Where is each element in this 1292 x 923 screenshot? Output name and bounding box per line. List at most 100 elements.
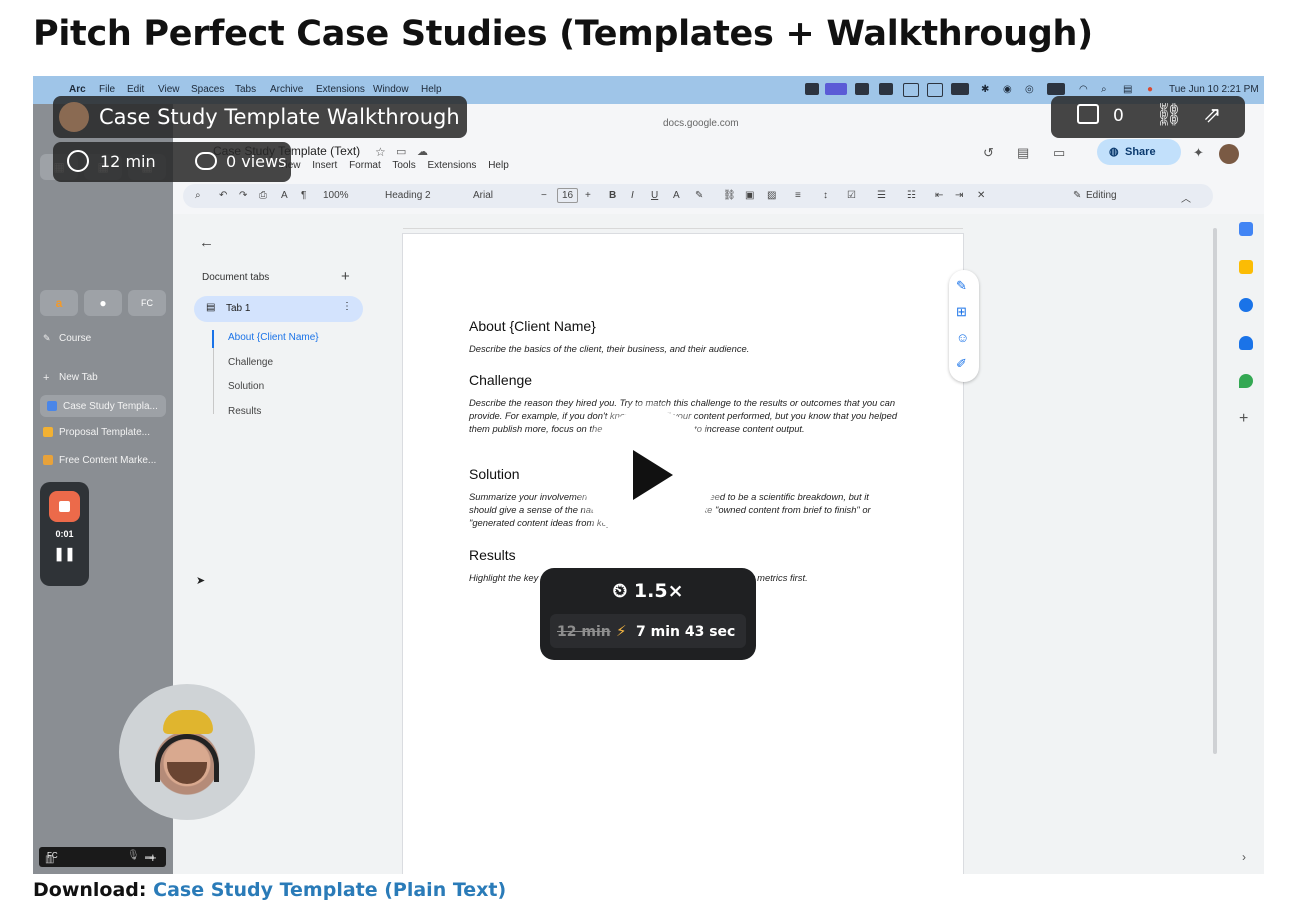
- menu-edit: Edit: [127, 84, 145, 95]
- keep-icon[interactable]: [1239, 260, 1253, 274]
- undo-icon[interactable]: ↶: [219, 190, 227, 201]
- chevron-up-icon[interactable]: ︿: [1181, 190, 1191, 205]
- print-icon[interactable]: ⎙: [259, 190, 267, 201]
- bold-icon[interactable]: B: [609, 190, 616, 201]
- play-button[interactable]: [583, 410, 715, 542]
- add-comment-icon[interactable]: ▣: [745, 190, 754, 201]
- font-size-increase[interactable]: +: [585, 190, 591, 201]
- redo-icon[interactable]: ↷: [239, 190, 247, 201]
- suggest-edit-icon[interactable]: ✐: [956, 356, 967, 372]
- scrollbar[interactable]: [1213, 228, 1217, 754]
- outline-item[interactable]: Challenge: [228, 357, 273, 368]
- line-spacing-icon[interactable]: ↕: [823, 190, 828, 201]
- url-bar[interactable]: docs.google.com: [663, 118, 739, 129]
- link-icon[interactable]: ⛓: [723, 190, 736, 201]
- menu-tools[interactable]: Tools: [392, 160, 415, 171]
- link-icon[interactable]: ⛓: [1155, 102, 1183, 128]
- checklist-icon[interactable]: ☑: [847, 190, 856, 201]
- page-title: Pitch Perfect Case Studies (Templates + …: [33, 14, 1093, 54]
- recording-time: 0:01: [55, 529, 74, 539]
- pencil-icon: ✎: [1073, 190, 1082, 201]
- sidebar-item-proposal[interactable]: Proposal Template...: [43, 427, 150, 438]
- font-size-input[interactable]: 16: [557, 188, 579, 203]
- pause-icon[interactable]: ❚❚: [40, 546, 89, 562]
- back-arrow-icon[interactable]: ←: [199, 234, 214, 251]
- video-actions-overlay: 0 ⛓ ⇗: [1051, 96, 1245, 138]
- style-select[interactable]: Heading 2: [385, 190, 431, 201]
- sidebar-item-course[interactable]: ✎ Course: [43, 333, 91, 344]
- bullet-list-icon[interactable]: ☰: [877, 190, 886, 201]
- tray-icon: [879, 83, 893, 95]
- page-icon: [43, 455, 53, 466]
- doc-paragraph: Describe the basics of the client, their…: [469, 343, 750, 354]
- indent-decrease-icon[interactable]: ⇤: [935, 190, 943, 201]
- history-icon[interactable]: ↺: [983, 145, 997, 160]
- chevron-right-icon[interactable]: ›: [1242, 850, 1246, 864]
- hat: [163, 710, 213, 734]
- download-link[interactable]: Case Study Template (Plain Text): [153, 879, 506, 901]
- favorite-tab[interactable]: ●: [84, 290, 122, 316]
- underline-icon[interactable]: U: [651, 190, 658, 201]
- menu-extensions[interactable]: Extensions: [428, 160, 477, 171]
- sidebar-item-case-study[interactable]: Case Study Templa...: [40, 395, 166, 417]
- indent-increase-icon[interactable]: ⇥: [955, 190, 963, 201]
- contacts-icon[interactable]: [1239, 336, 1253, 350]
- comment-icon[interactable]: [1077, 104, 1099, 124]
- add-comment-icon[interactable]: ⊞: [956, 304, 967, 320]
- playback-speed-badge[interactable]: ⏲ 1.5× 12 min ⚡ 7 min 43 sec: [540, 568, 756, 660]
- plus-icon[interactable]: +: [149, 850, 157, 865]
- zoom-select[interactable]: 100%: [323, 190, 349, 201]
- share-button[interactable]: ◍ Share: [1097, 139, 1181, 165]
- numbered-list-icon[interactable]: ☷: [907, 190, 916, 201]
- search-icon[interactable]: ⌕: [195, 190, 201, 201]
- add-tab-button[interactable]: +: [341, 268, 350, 285]
- highlight-icon[interactable]: ✎: [695, 190, 703, 201]
- tab-1[interactable]: ▤ Tab 1 ⋮: [194, 296, 363, 322]
- doc-heading: About {Client Name}: [469, 318, 596, 334]
- stop-recording-button[interactable]: [49, 491, 80, 522]
- document-page[interactable]: About {Client Name} Describe the basics …: [403, 234, 963, 874]
- align-icon[interactable]: ≡: [795, 190, 801, 201]
- sidebar-item-free-content[interactable]: Free Content Marke...: [43, 455, 156, 466]
- outline-item[interactable]: About {Client Name}: [228, 332, 319, 343]
- camera-control-bar[interactable]: FC 🎙 ▬: [39, 847, 166, 867]
- spellcheck-icon[interactable]: A: [281, 190, 288, 201]
- tray-icon: [927, 83, 943, 97]
- calendar-icon[interactable]: [1239, 222, 1253, 236]
- folder-icon[interactable]: ▭: [396, 145, 410, 159]
- paint-format-icon[interactable]: ¶: [301, 190, 306, 201]
- menu-format[interactable]: Format: [349, 160, 381, 171]
- font-size-decrease[interactable]: −: [541, 190, 547, 201]
- gemini-icon[interactable]: ✦: [1193, 145, 1207, 160]
- clear-format-icon[interactable]: ✕: [977, 190, 985, 201]
- comment-count: 0: [1113, 106, 1124, 126]
- ai-pencil-icon[interactable]: ✎: [956, 278, 967, 294]
- editing-mode-select[interactable]: Editing: [1086, 190, 1117, 201]
- meet-icon[interactable]: ▭: [1053, 145, 1067, 160]
- favorite-tab[interactable]: FC: [128, 290, 166, 316]
- menu-insert[interactable]: Insert: [312, 160, 337, 171]
- outline-item[interactable]: Results: [228, 406, 261, 417]
- open-external-icon[interactable]: ⇗: [1203, 102, 1221, 128]
- archive-icon[interactable]: ▥: [45, 854, 54, 865]
- italic-icon[interactable]: I: [631, 190, 634, 201]
- maps-icon[interactable]: [1239, 374, 1253, 388]
- accelerated-duration: 7 min 43 sec: [636, 624, 736, 640]
- font-select[interactable]: Arial: [473, 190, 493, 201]
- comment-icon[interactable]: ▤: [1017, 145, 1031, 160]
- doc-icon: ▤: [206, 302, 216, 313]
- add-addon-icon[interactable]: +: [1239, 410, 1248, 428]
- image-icon[interactable]: ▨: [767, 190, 776, 201]
- star-icon[interactable]: ☆: [375, 145, 389, 159]
- favorite-tab[interactable]: a: [40, 290, 78, 316]
- text-color-icon[interactable]: A: [673, 190, 680, 201]
- more-icon[interactable]: ⋮: [342, 301, 352, 312]
- video-player[interactable]: Arc File Edit View Spaces Tabs Archive E…: [33, 76, 1264, 874]
- menu-help[interactable]: Help: [488, 160, 509, 171]
- tasks-icon[interactable]: [1239, 298, 1253, 312]
- avatar[interactable]: [1219, 144, 1239, 164]
- emoji-icon[interactable]: ☺: [956, 330, 969, 345]
- new-tab-button[interactable]: + New Tab: [43, 372, 98, 384]
- outline-item[interactable]: Solution: [228, 381, 264, 392]
- doc-heading: Solution: [469, 466, 520, 482]
